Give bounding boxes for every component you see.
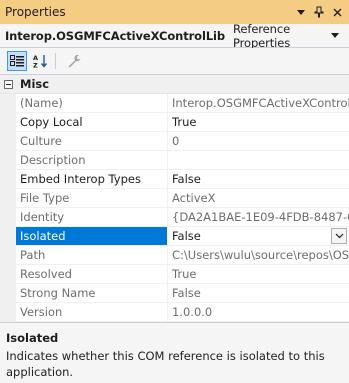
property-row-copy-local[interactable]: Copy Local True — [0, 113, 349, 132]
property-row-path[interactable]: Path C:\Users\wulu\source\repos\OSG — [0, 246, 349, 265]
property-name: Resolved — [16, 265, 168, 284]
property-value[interactable]: 0 — [168, 132, 349, 151]
property-grid: Misc (Name) Interop.OSGMFCActiveXControl… — [0, 74, 349, 322]
pin-icon[interactable] — [311, 4, 327, 20]
property-row-embed-interop-types[interactable]: Embed Interop Types False — [0, 170, 349, 189]
property-value[interactable]: False — [168, 284, 349, 303]
property-row-file-type[interactable]: File Type ActiveX — [0, 189, 349, 208]
dropdown-button[interactable] — [331, 228, 347, 244]
property-value[interactable]: 1.0.0.0 — [168, 303, 349, 322]
property-value[interactable]: ActiveX — [168, 189, 349, 208]
property-name: Copy Local — [16, 113, 168, 132]
description-pane: Isolated Indicates whether this COM refe… — [0, 326, 349, 383]
property-name: Path — [16, 246, 168, 265]
categorized-button[interactable] — [7, 51, 27, 71]
property-value-dropdown[interactable]: False — [168, 227, 349, 246]
property-row-strong-name[interactable]: Strong Name False — [0, 284, 349, 303]
alphabetical-button[interactable]: A Z — [31, 51, 51, 71]
property-name: (Name) — [16, 94, 168, 113]
property-name: Description — [16, 151, 168, 170]
property-name: File Type — [16, 189, 168, 208]
category-header-misc[interactable]: Misc — [0, 75, 349, 94]
collapse-icon[interactable] — [0, 79, 16, 89]
svg-text:Z: Z — [33, 62, 38, 69]
close-icon[interactable] — [329, 4, 345, 20]
toolbar-separator — [55, 53, 56, 69]
property-name: Identity — [16, 208, 168, 227]
description-title: Isolated — [6, 331, 59, 345]
property-value: False — [172, 229, 201, 243]
property-row-identity[interactable]: Identity {DA2A1BAE-1E09-4FDB-8487-C5E — [0, 208, 349, 227]
property-value[interactable]: True — [168, 265, 349, 284]
chevron-down-icon[interactable] — [327, 33, 343, 38]
property-row-description[interactable]: Description — [0, 151, 349, 170]
object-selector[interactable]: Interop.OSGMFCActiveXControlLib Referenc… — [0, 21, 349, 50]
panel-title: Properties — [5, 5, 66, 19]
property-row-name[interactable]: (Name) Interop.OSGMFCActiveXControlLib — [0, 94, 349, 113]
property-value[interactable]: True — [168, 113, 349, 132]
wrench-icon — [68, 54, 81, 68]
property-value[interactable]: {DA2A1BAE-1E09-4FDB-8487-C5E — [168, 208, 349, 227]
property-value[interactable]: False — [168, 170, 349, 189]
property-value[interactable]: Interop.OSGMFCActiveXControlLib — [168, 94, 349, 113]
property-value[interactable]: C:\Users\wulu\source\repos\OSG — [168, 246, 349, 265]
category-label: Misc — [20, 77, 50, 91]
property-name: Version — [16, 303, 168, 322]
panel-title-bar[interactable]: Properties — [0, 0, 349, 24]
window-position-dropdown-icon[interactable] — [293, 4, 309, 20]
properties-toolbar: A Z — [0, 48, 349, 74]
property-row-resolved[interactable]: Resolved True — [0, 265, 349, 284]
property-name: Strong Name — [16, 284, 168, 303]
object-name: Interop.OSGMFCActiveXControlLib — [5, 28, 226, 43]
property-row-version[interactable]: Version 1.0.0.0 — [0, 303, 349, 322]
chevron-down-icon — [335, 233, 343, 239]
property-name: Culture — [16, 132, 168, 151]
property-name: Embed Interop Types — [16, 170, 168, 189]
property-name: Isolated — [16, 227, 168, 246]
alphabetical-sort-icon: A Z — [33, 54, 48, 69]
object-type: Reference Properties — [233, 21, 291, 50]
property-value[interactable] — [168, 151, 349, 170]
categorized-icon — [10, 55, 24, 67]
property-pages-button[interactable] — [64, 51, 84, 71]
property-row-isolated[interactable]: Isolated False — [0, 227, 349, 246]
description-text: Indicates whether this COM reference is … — [6, 349, 325, 379]
property-row-culture[interactable]: Culture 0 — [0, 132, 349, 151]
